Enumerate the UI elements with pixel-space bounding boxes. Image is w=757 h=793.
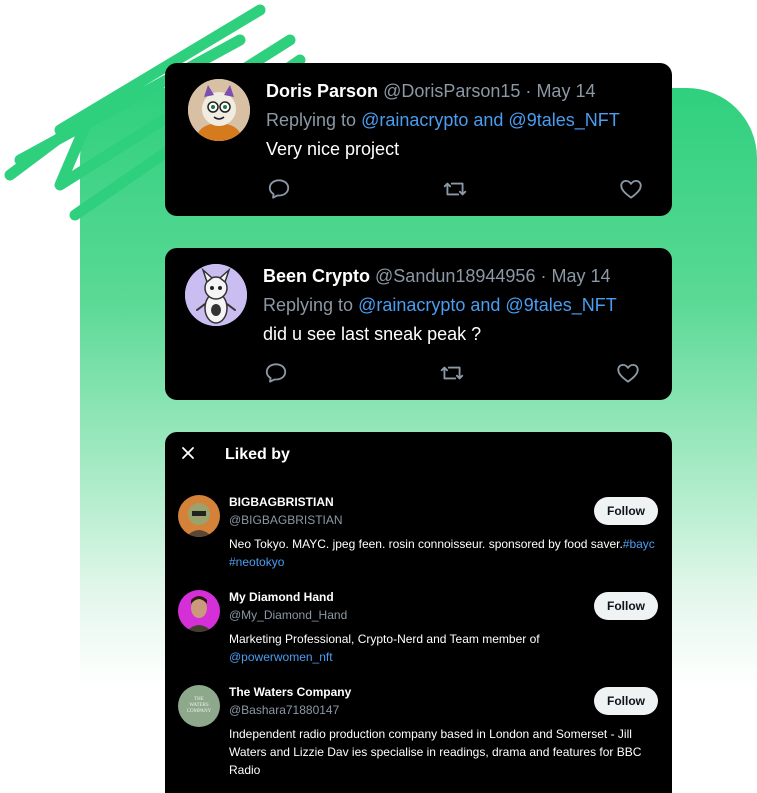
tweet-actions bbox=[263, 360, 641, 386]
author-handle[interactable]: @DorisParson15 bbox=[383, 81, 520, 101]
follow-button[interactable]: Follow bbox=[594, 497, 658, 525]
close-icon[interactable] bbox=[179, 444, 197, 462]
user-name[interactable]: The Waters Company bbox=[229, 685, 351, 699]
bio-text: Neo Tokyo. MAYC. jpeg feen. rosin connoi… bbox=[229, 537, 623, 551]
replying-to-label: Replying to bbox=[263, 295, 354, 315]
retweet-icon[interactable] bbox=[442, 176, 468, 202]
bio-text: Marketing Professional, Crypto-Nerd and … bbox=[229, 632, 540, 646]
avatar[interactable] bbox=[185, 264, 247, 326]
like-heart-icon[interactable] bbox=[618, 176, 644, 202]
tweet-date[interactable]: May 14 bbox=[536, 81, 595, 101]
avatar-logo-text: THE WATERS COMPANY bbox=[186, 697, 212, 714]
user-bio: Neo Tokyo. MAYC. jpeg feen. rosin connoi… bbox=[229, 535, 659, 571]
tweet-text: did u see last sneak peak ? bbox=[263, 324, 482, 344]
user-handle[interactable]: @BIGBAGBRISTIAN bbox=[229, 513, 343, 527]
tweet-date[interactable]: May 14 bbox=[551, 266, 610, 286]
author-name[interactable]: Been Crypto bbox=[263, 266, 370, 286]
user-handle[interactable]: @My_Diamond_Hand bbox=[229, 608, 347, 622]
replying-to-label: Replying to bbox=[266, 110, 357, 130]
user-bio: Marketing Professional, Crypto-Nerd and … bbox=[229, 630, 659, 666]
user-bio: Independent radio production company bas… bbox=[229, 727, 642, 777]
follow-button[interactable]: Follow bbox=[594, 687, 658, 715]
panel-title: Liked by bbox=[225, 446, 290, 463]
avatar[interactable] bbox=[178, 495, 220, 537]
follow-button[interactable]: Follow bbox=[594, 592, 658, 620]
tweet-card: Been Crypto @Sandun18944956 · May 14 Rep… bbox=[165, 248, 672, 400]
avatar[interactable] bbox=[188, 79, 250, 141]
tweet-text: Very nice project bbox=[266, 139, 400, 159]
avatar[interactable]: THE WATERS COMPANY bbox=[178, 685, 220, 727]
separator-dot: · bbox=[540, 266, 547, 286]
avatar[interactable] bbox=[178, 590, 220, 632]
bio-mention[interactable]: @powerwomen_nft bbox=[229, 650, 333, 664]
tweet-card: Doris Parson @DorisParson15 · May 14 Rep… bbox=[165, 63, 672, 216]
reply-icon[interactable] bbox=[266, 176, 292, 202]
retweet-icon[interactable] bbox=[439, 360, 465, 386]
user-handle[interactable]: @Bashara71880147 bbox=[229, 703, 339, 717]
replying-to-mentions[interactable]: @rainacrypto and @9tales_NFT bbox=[358, 295, 617, 315]
reply-icon[interactable] bbox=[263, 360, 289, 386]
author-handle[interactable]: @Sandun18944956 bbox=[375, 266, 535, 286]
tweet-actions bbox=[266, 176, 644, 202]
user-name[interactable]: BIGBAGBRISTIAN bbox=[229, 495, 334, 509]
replying-to-mentions[interactable]: @rainacrypto and @9tales_NFT bbox=[361, 110, 620, 130]
author-name[interactable]: Doris Parson bbox=[266, 81, 378, 101]
separator-dot: · bbox=[525, 81, 532, 101]
like-heart-icon[interactable] bbox=[615, 360, 641, 386]
user-name[interactable]: My Diamond Hand bbox=[229, 590, 334, 604]
